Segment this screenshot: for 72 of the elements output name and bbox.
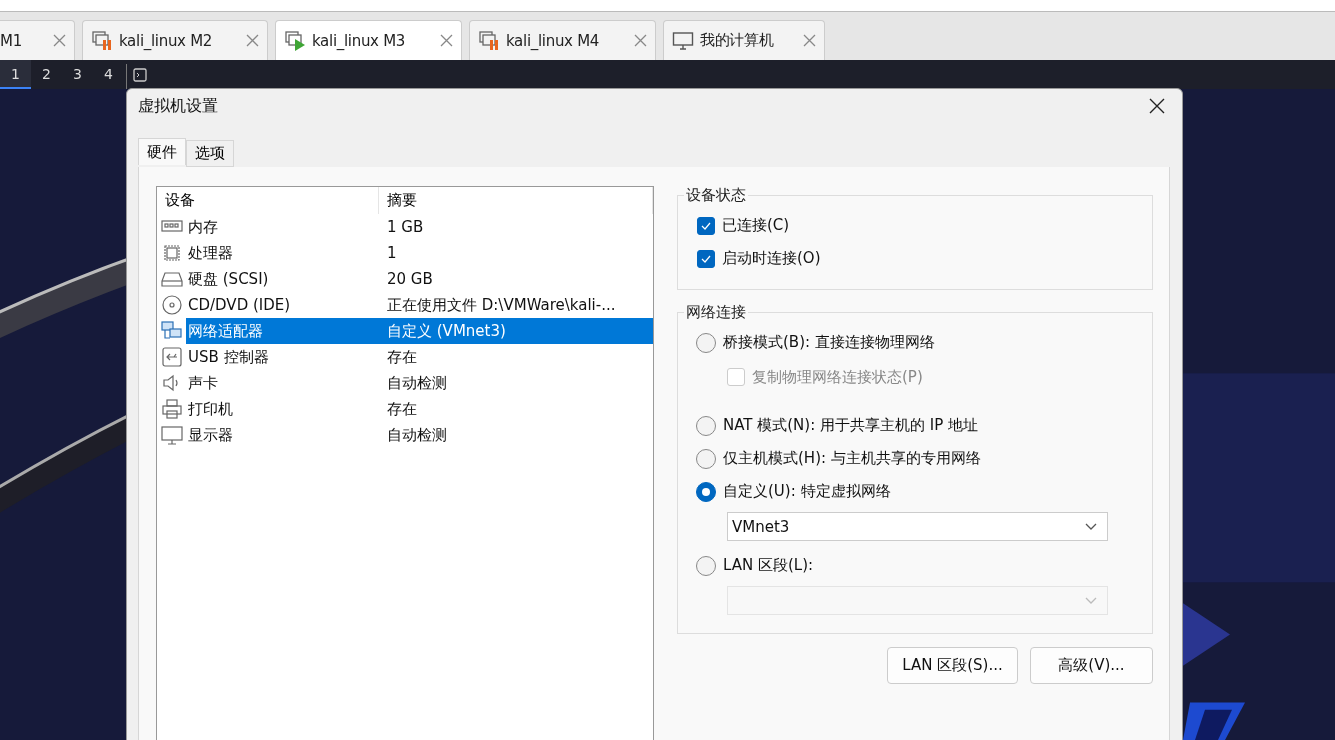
close-icon: [1149, 98, 1165, 114]
summary-cell-text: 1: [386, 243, 398, 264]
summary-cell: 自定义 (VMnet3): [379, 318, 653, 344]
radio-label: 仅主机模式(H): 与主机共享的专用网络: [723, 449, 981, 468]
checkbox-label: 启动时连接(O): [722, 249, 821, 268]
group-title: 网络连接: [685, 303, 747, 322]
vm-tab[interactable]: 我的计算机: [663, 20, 825, 60]
device-cell[interactable]: CD/DVD (IDE): [186, 292, 379, 318]
chevron-down-icon: [1085, 596, 1097, 605]
radio-button[interactable]: [696, 332, 716, 353]
checkbox-label: 已连接(C): [722, 216, 790, 235]
close-icon: [246, 34, 259, 47]
radio-button[interactable]: [696, 481, 716, 502]
monitor-icon: [672, 30, 694, 51]
chevron-down-icon: [1085, 522, 1097, 531]
device-cell[interactable]: 处理器: [186, 240, 379, 266]
group-title: 设备状态: [685, 186, 747, 205]
workspace-tab[interactable]: 2: [31, 60, 62, 89]
terminal-icon[interactable]: [133, 67, 147, 82]
close-icon: [440, 34, 453, 47]
dialog-button[interactable]: 高级(V)...: [1030, 647, 1153, 684]
vm-tab[interactable]: M1: [0, 20, 75, 60]
running-vm-icon: [284, 29, 306, 52]
device-cell[interactable]: USB 控制器: [186, 344, 379, 370]
workspace-tab[interactable]: 1: [0, 60, 31, 89]
device-cell[interactable]: 硬盘 (SCSI): [186, 266, 379, 292]
summary-cell-text: 存在: [386, 398, 418, 420]
radio-label: 自定义(U): 特定虚拟网络: [723, 482, 891, 501]
summary-cell-text: 存在: [386, 346, 418, 368]
checkbox-label: 复制物理网络连接状态(P): [752, 367, 923, 387]
radio-button[interactable]: [696, 415, 716, 436]
summary-cell-text: 正在使用文件 D:\VMWare\kali-...: [386, 294, 617, 316]
device-cell[interactable]: 内存: [186, 214, 379, 240]
vm-tab[interactable]: kali_linux M3: [275, 20, 462, 60]
checkmark-icon: [701, 221, 711, 230]
checkbox[interactable]: [697, 249, 715, 268]
workspace-tab[interactable]: 3: [62, 60, 93, 89]
paused-vm-icon: [478, 29, 500, 52]
dialog-tab[interactable]: 硬件: [138, 138, 186, 165]
dialog-button[interactable]: LAN 区段(S)...: [887, 647, 1018, 684]
close-icon: [634, 34, 647, 47]
summary-cell-text: 自动检测: [386, 372, 448, 394]
network-dropdown[interactable]: VMnet3: [727, 512, 1108, 541]
vm-tab[interactable]: kali_linux M4: [469, 20, 656, 60]
column-header: 设备: [157, 187, 379, 214]
monitor-icon: [160, 424, 183, 446]
checkmark-icon: [701, 254, 711, 263]
radio-label: LAN 区段(L):: [723, 556, 814, 575]
radio-label: NAT 模式(N): 用于共享主机的 IP 地址: [723, 416, 978, 435]
device-cell[interactable]: 显示器: [186, 422, 379, 448]
paused-vm-icon: [91, 29, 113, 52]
usb-icon: [160, 346, 183, 368]
vm-tab[interactable]: kali_linux M2: [82, 20, 268, 60]
dialog-tab[interactable]: 选项: [186, 140, 234, 167]
close-icon: [803, 34, 816, 47]
checkbox[interactable]: [697, 216, 715, 235]
printer-icon: [160, 398, 183, 420]
summary-cell-text: 20 GB: [386, 269, 434, 290]
summary-cell-text: 自动检测: [386, 424, 448, 446]
radio-button[interactable]: [696, 448, 716, 469]
summary-cell-text: 1 GB: [386, 217, 425, 238]
device-cell[interactable]: 打印机: [186, 396, 379, 422]
network-icon: [160, 320, 183, 342]
disc-icon: [160, 294, 183, 316]
radio-label: 桥接模式(B): 直接连接物理网络: [723, 333, 935, 352]
device-cell[interactable]: 声卡: [186, 370, 379, 396]
workspace-tab[interactable]: 4: [93, 60, 124, 89]
column-header: 摘要: [379, 187, 653, 214]
radio-button[interactable]: [696, 555, 716, 576]
device-cell[interactable]: 网络适配器: [186, 318, 379, 344]
close-icon: [53, 34, 66, 47]
dialog-title: 虚拟机设置: [138, 95, 218, 117]
